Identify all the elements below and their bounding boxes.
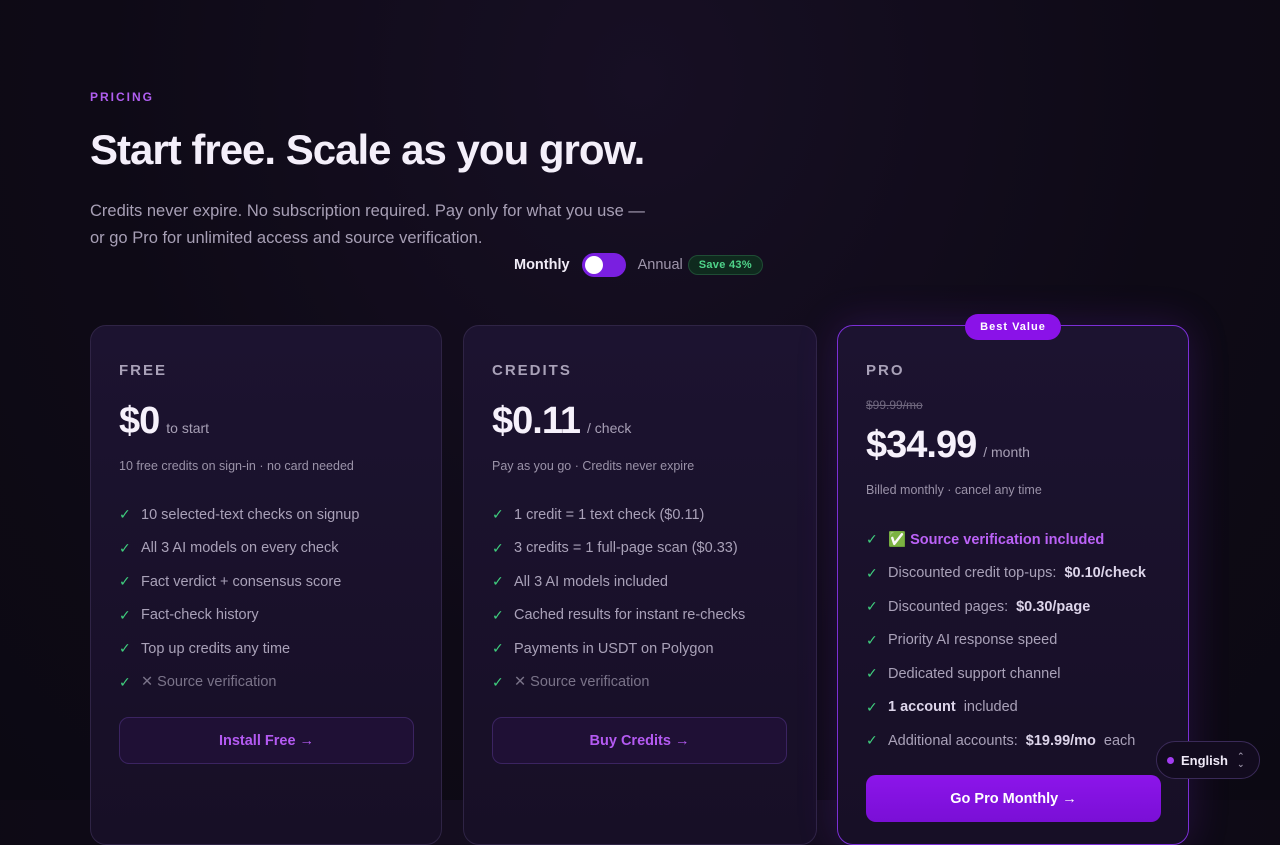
plan-card-free: FREE $0 to start 10 free credits on sign… xyxy=(90,325,442,845)
check-icon: ✓ xyxy=(866,698,878,715)
feature-item-unavailable: ✓ ✕ Source verification xyxy=(492,673,650,691)
check-icon: ✓ xyxy=(866,732,878,749)
feature-item: ✓ ✅ Source verification included xyxy=(866,531,1105,549)
check-icon: ✓ xyxy=(492,539,504,556)
price-row: $34.99 / month xyxy=(866,424,1030,467)
best-value-badge: Best Value xyxy=(965,314,1061,340)
plan-card-pro: Best Value PRO $99.99/mo $34.99 / month … xyxy=(837,314,1189,845)
feature-item: ✓ 3 credits = 1 full-page scan ($0.33) xyxy=(492,539,738,557)
plan-price: $0 xyxy=(119,400,160,442)
check-icon: ✓ xyxy=(492,673,504,690)
feature-item: ✓ Cached results for instant re-checks xyxy=(492,606,746,624)
feature-item-unavailable: ✓ ✕ Source verification xyxy=(119,673,277,691)
plan-tier: PRO xyxy=(866,362,905,379)
check-icon: ✓ xyxy=(866,598,878,615)
language-selector[interactable]: English ⌃ ⌄ xyxy=(1156,741,1260,779)
price-unit: to start xyxy=(166,420,210,436)
language-label: English xyxy=(1181,752,1228,768)
check-icon: ✓ xyxy=(866,531,878,548)
check-icon: ✓ xyxy=(119,573,131,590)
feature-item: ✓ Dedicated support channel xyxy=(866,665,1061,682)
check-icon: ✓ xyxy=(866,665,878,682)
billing-toggle: Monthly Annual Save 43% xyxy=(514,253,763,277)
monthly-label[interactable]: Monthly xyxy=(514,257,570,273)
go-pro-button[interactable]: Go Pro Monthly → xyxy=(866,775,1161,822)
check-icon: ✓ xyxy=(866,631,878,648)
plan-price: $0.11 xyxy=(492,400,581,442)
feature-item: ✓ All 3 AI models included xyxy=(492,573,668,590)
check-icon: ✓ xyxy=(866,564,878,581)
plan-note: Pay as you go · Credits never expire xyxy=(492,459,695,473)
check-icon: ✓ xyxy=(119,640,131,657)
check-icon: ✓ xyxy=(119,606,131,623)
check-icon: ✓ xyxy=(119,506,131,523)
check-icon: ✓ xyxy=(492,573,504,590)
plan-card-credits: CREDITS $0.11 / check Pay as you go · Cr… xyxy=(463,325,817,845)
billing-switch[interactable] xyxy=(581,253,626,277)
switch-knob xyxy=(584,256,603,274)
original-price: $99.99/mo xyxy=(866,398,923,412)
feature-item: ✓ Top up credits any time xyxy=(119,640,291,657)
page-title: Start free. Scale as you grow. xyxy=(90,126,645,173)
plan-note: Billed monthly · cancel any time xyxy=(866,483,1042,497)
feature-item: ✓ Payments in USDT on Polygon xyxy=(492,640,714,657)
language-dot-icon xyxy=(1167,756,1174,764)
page-subtitle: Credits never expire. No subscription re… xyxy=(90,202,645,247)
price-unit: / month xyxy=(983,444,1030,460)
plan-tier: CREDITS xyxy=(492,362,572,379)
feature-list: ✓ ✅ Source verification included ✓ Discoun… xyxy=(866,523,1146,758)
check-icon: ✓ xyxy=(119,539,131,556)
plan-note: 10 free credits on sign-in · no card nee… xyxy=(119,459,354,473)
buy-credits-button[interactable]: Buy Credits → xyxy=(492,717,787,764)
plan-tier: FREE xyxy=(119,362,168,379)
check-icon: ✓ xyxy=(119,673,131,690)
check-icon: ✓ xyxy=(492,606,504,623)
pricing-eyebrow: PRICING xyxy=(90,90,155,104)
feature-item: ✓ 1 account included xyxy=(866,698,1018,716)
feature-item: ✓ All 3 AI models on every check xyxy=(119,539,339,557)
feature-item: ✓ Discounted pages: $0.30/page xyxy=(866,598,1091,615)
chevron-updown-icon: ⌃ ⌄ xyxy=(1236,751,1245,769)
feature-item: ✓ Priority AI response speed xyxy=(866,631,1058,649)
feature-item: ✓ 1 credit = 1 text check ($0.11) xyxy=(492,506,705,523)
feature-item: ✓ Fact verdict + consensus score xyxy=(119,573,342,590)
check-icon: ✓ xyxy=(492,506,504,523)
plan-price: $34.99 xyxy=(866,424,977,466)
install-free-button[interactable]: Install Free → xyxy=(119,717,414,764)
feature-item: ✓ Additional accounts: $19.99/mo each xyxy=(866,732,1136,749)
feature-item: ✓ 10 selected-text checks on signup xyxy=(119,506,360,523)
price-row: $0 to start xyxy=(119,400,209,443)
feature-list: ✓ 1 credit = 1 text check ($0.11) ✓ 3 cred… xyxy=(492,498,745,699)
feature-item: ✓ Discounted credit top-ups: $0.10/check xyxy=(866,564,1146,582)
price-unit: / check xyxy=(587,420,632,436)
feature-item: ✓ Fact-check history xyxy=(119,606,259,624)
save-badge: Save 43% xyxy=(687,255,763,275)
feature-list: ✓ 10 selected-text checks on signup ✓ All … xyxy=(119,498,359,699)
price-row: $0.11 / check xyxy=(492,400,631,443)
annual-label[interactable]: Annual xyxy=(638,257,683,273)
check-icon: ✓ xyxy=(492,640,504,657)
